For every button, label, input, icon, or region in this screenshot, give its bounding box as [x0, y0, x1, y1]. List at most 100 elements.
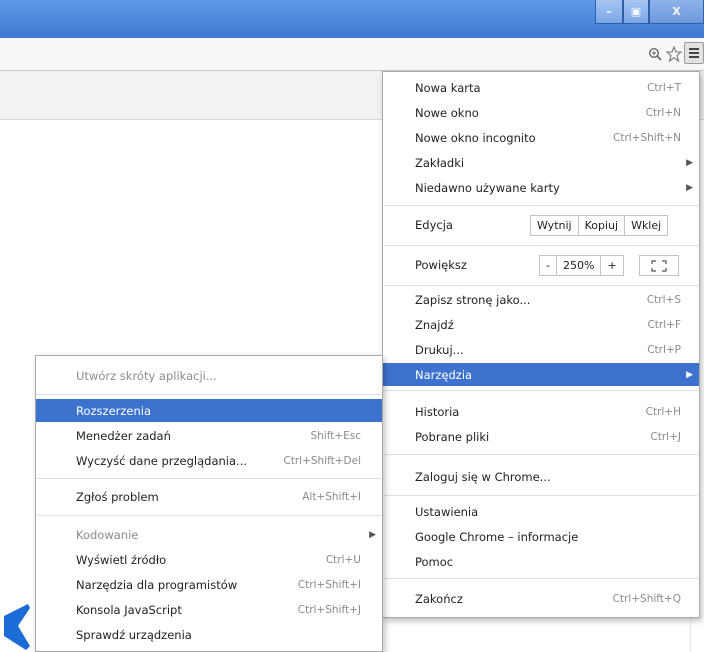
menu-item-label: Rozszerzenia — [76, 403, 152, 418]
menu-separator — [37, 515, 381, 516]
paste-button[interactable]: Wklej — [625, 216, 667, 235]
menu-item-label: Narzędzia dla programistów — [76, 577, 238, 592]
menu-item-shortcut: Ctrl+Shift+Del — [283, 454, 361, 467]
submenu-item-clear-data[interactable]: Wyczyść dane przeglądania... Ctrl+Shift+… — [36, 448, 382, 473]
menu-item-new-window[interactable]: Nowe okno Ctrl+N — [383, 100, 699, 125]
menu-item-label: Zakładki — [415, 155, 465, 170]
menu-item-print[interactable]: Drukuj... Ctrl+P — [383, 337, 699, 362]
zoom-button-group: - 250% + — [539, 255, 624, 276]
menu-item-label: Zapisz stronę jako... — [415, 292, 531, 307]
close-button[interactable]: X — [649, 0, 704, 24]
menu-item-settings[interactable]: Ustawienia — [383, 499, 699, 524]
submenu-item-inspect-devices[interactable]: Sprawdź urządzenia — [36, 622, 382, 647]
menu-separator — [384, 454, 698, 455]
menu-item-history[interactable]: Historia Ctrl+H — [383, 399, 699, 424]
menu-separator — [37, 478, 381, 479]
page-logo-fragment — [4, 604, 30, 650]
submenu-arrow-icon: ▶ — [686, 369, 693, 380]
minimize-button[interactable]: – — [595, 0, 623, 24]
menu-item-label: Nowe okno — [415, 105, 479, 120]
submenu-item-view-source[interactable]: Wyświetl źródło Ctrl+U — [36, 547, 382, 572]
menu-separator — [384, 390, 698, 391]
menu-item-label: Google Chrome – informacje — [415, 529, 579, 544]
submenu-item-js-console[interactable]: Konsola JavaScript Ctrl+Shift+J — [36, 597, 382, 622]
zoom-in-button[interactable]: + — [601, 256, 622, 275]
menu-separator — [37, 394, 381, 395]
window-titlebar: – ▣ X — [0, 0, 704, 38]
menu-item-shortcut: Ctrl+J — [650, 430, 681, 443]
hamburger-menu-icon — [689, 48, 699, 50]
menu-item-label: Narzędzia — [415, 367, 473, 382]
menu-item-shortcut: Alt+Shift+I — [302, 490, 361, 503]
submenu-item-extensions[interactable]: Rozszerzenia — [36, 399, 382, 422]
hamburger-menu-icon-bar — [689, 52, 699, 54]
menu-item-shortcut: Shift+Esc — [310, 429, 361, 442]
menu-item-shortcut: Ctrl+Shift+I — [297, 578, 361, 591]
menu-item-bookmarks[interactable]: Zakładki ▶ — [383, 150, 699, 175]
menu-item-shortcut: Ctrl+N — [645, 106, 681, 119]
menu-item-tools[interactable]: Narzędzia ▶ — [383, 363, 699, 386]
menu-item-shortcut: Ctrl+U — [325, 553, 361, 566]
submenu-item-create-shortcuts[interactable]: Utwórz skróty aplikacji... — [36, 363, 382, 388]
menu-item-shortcut: Ctrl+F — [647, 318, 681, 331]
menu-item-recent-tabs[interactable]: Niedawno używane karty ▶ — [383, 175, 699, 200]
menu-item-label: Pomoc — [415, 554, 454, 569]
bookmark-star-icon[interactable] — [665, 44, 683, 64]
menu-item-label: Zaloguj się w Chrome... — [415, 469, 551, 484]
zoom-magnifier-icon[interactable] — [646, 44, 664, 64]
maximize-button[interactable]: ▣ — [623, 0, 649, 24]
menu-item-incognito[interactable]: Nowe okno incognito Ctrl+Shift+N — [383, 125, 699, 150]
menu-item-label: Znajdź — [415, 317, 454, 332]
menu-separator — [384, 578, 698, 579]
menu-item-shortcut: Ctrl+Shift+Q — [612, 592, 681, 605]
menu-item-label: Edycja — [415, 218, 453, 232]
submenu-item-task-manager[interactable]: Menedżer zadań Shift+Esc — [36, 423, 382, 448]
menu-item-exit[interactable]: Zakończ Ctrl+Shift+Q — [383, 586, 699, 611]
menu-item-save-page[interactable]: Zapisz stronę jako... Ctrl+S — [383, 287, 699, 312]
menu-item-label: Utwórz skróty aplikacji... — [76, 368, 217, 383]
submenu-arrow-icon: ▶ — [369, 529, 376, 540]
menu-item-label: Ustawienia — [415, 504, 479, 519]
menu-item-label: Drukuj... — [415, 342, 464, 357]
edit-button-group: Wytnij Kopiuj Wklej — [530, 215, 669, 236]
menu-item-shortcut: Ctrl+P — [647, 343, 681, 356]
submenu-arrow-icon: ▶ — [686, 157, 693, 168]
fullscreen-icon — [651, 260, 667, 272]
menu-item-label: Nowa karta — [415, 80, 481, 95]
submenu-item-report-issue[interactable]: Zgłoś problem Alt+Shift+I — [36, 484, 382, 509]
menu-item-label: Menedżer zadań — [76, 428, 171, 443]
menu-item-label: Zakończ — [415, 591, 463, 606]
browser-toolbar — [0, 38, 704, 71]
menu-separator — [384, 285, 698, 286]
menu-item-label: Wyczyść dane przeglądania... — [76, 453, 248, 468]
menu-item-shortcut: Ctrl+Shift+J — [297, 603, 361, 616]
copy-button[interactable]: Kopiuj — [579, 216, 626, 235]
menu-item-label: Zgłoś problem — [76, 489, 159, 504]
menu-item-about[interactable]: Google Chrome – informacje — [383, 524, 699, 549]
chrome-menu-button[interactable] — [684, 42, 704, 64]
menu-item-help[interactable]: Pomoc — [383, 549, 699, 574]
submenu-item-dev-tools[interactable]: Narzędzia dla programistów Ctrl+Shift+I — [36, 572, 382, 597]
chrome-main-menu: Nowa karta Ctrl+T Nowe okno Ctrl+N Nowe … — [382, 71, 700, 618]
menu-item-find[interactable]: Znajdź Ctrl+F — [383, 312, 699, 337]
menu-item-label: Konsola JavaScript — [76, 602, 182, 617]
hamburger-menu-icon-bar — [689, 56, 699, 58]
cut-button[interactable]: Wytnij — [531, 216, 579, 235]
menu-item-label: Nowe okno incognito — [415, 130, 536, 145]
submenu-item-encoding[interactable]: Kodowanie ▶ — [36, 522, 382, 547]
menu-item-downloads[interactable]: Pobrane pliki Ctrl+J — [383, 424, 699, 449]
tools-submenu: Utwórz skróty aplikacji... Rozszerzenia … — [35, 355, 383, 652]
menu-item-shortcut: Ctrl+H — [645, 405, 681, 418]
fullscreen-button[interactable] — [639, 255, 679, 276]
zoom-level-value: 250% — [557, 256, 602, 275]
menu-item-new-tab[interactable]: Nowa karta Ctrl+T — [383, 75, 699, 100]
menu-item-signin[interactable]: Zaloguj się w Chrome... — [383, 464, 699, 489]
menu-item-label: Historia — [415, 404, 460, 419]
zoom-out-button[interactable]: - — [540, 256, 557, 275]
menu-separator — [384, 205, 698, 206]
menu-item-label: Wyświetl źródło — [76, 552, 167, 567]
menu-item-label: Niedawno używane karty — [415, 180, 560, 195]
menu-separator — [384, 495, 698, 496]
menu-item-label: Pobrane pliki — [415, 429, 490, 444]
menu-item-label: Powiększ — [415, 258, 467, 272]
